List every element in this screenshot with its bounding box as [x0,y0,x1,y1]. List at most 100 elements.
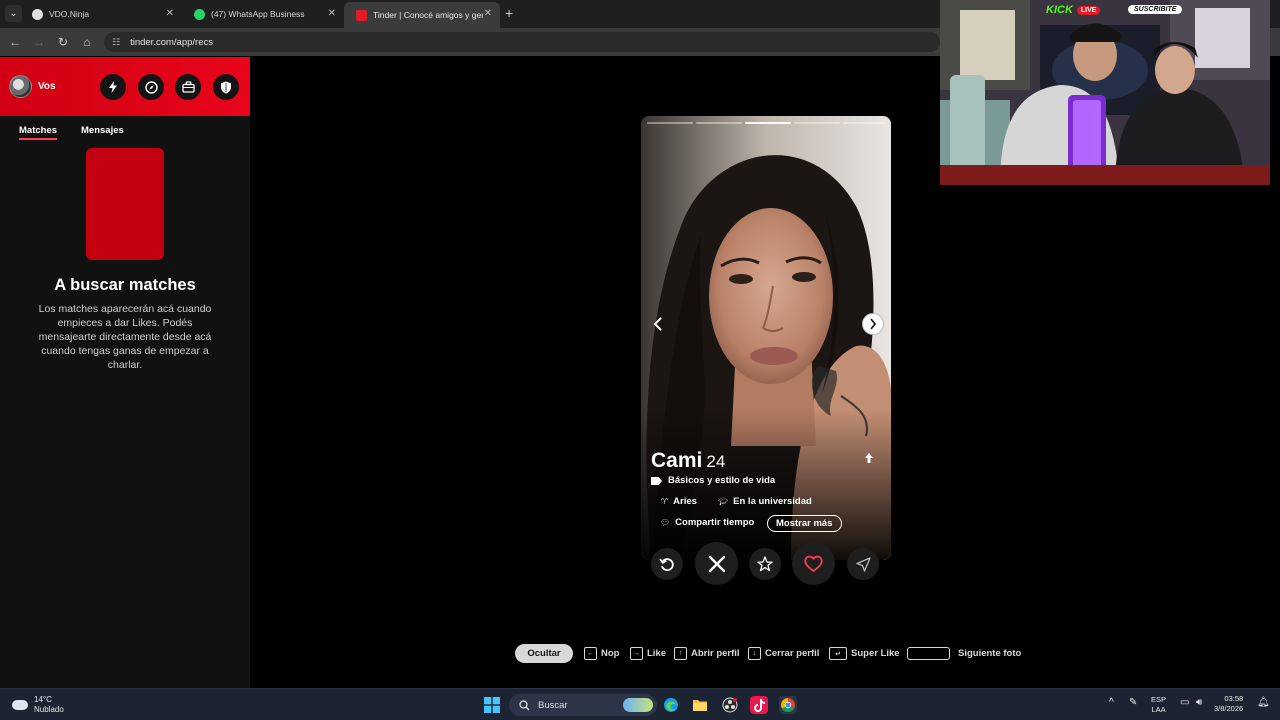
forward-arrow-icon[interactable]: → [31,34,47,50]
left-arrow-key-icon: ← [584,647,597,660]
space-key-icon [907,647,950,660]
home-icon[interactable]: ⌂ [79,34,95,50]
show-more-button[interactable]: Mostrar más [767,515,842,532]
tab-whatsapp[interactable]: (47) WhatsApp Business ✕ [182,0,344,28]
tab-title: VDO.Ninja [49,9,90,19]
tagline-text: Básicos y estilo de vida [668,475,776,486]
safety-button[interactable] [213,74,239,100]
tab-title: Tinder | Conocé amigos y gente [373,10,483,20]
search-placeholder: Buscar [538,699,568,711]
nope-button[interactable] [695,542,738,585]
weather-widget[interactable]: 14°C Nublado [12,695,64,715]
show-hidden-icons-chevron-icon[interactable]: ^ [1109,698,1114,708]
taskbar-search[interactable]: Buscar [509,694,657,716]
whatsapp-favicon-icon [194,8,205,20]
tinder-favicon-icon [356,9,367,21]
network-icon[interactable]: ▭ [1180,698,1189,708]
chevron-right-icon [870,318,877,330]
shield-icon [221,81,231,93]
language-indicator[interactable]: ESP LAA [1151,695,1166,715]
education-chip: 🎓︎ En la universidad [718,496,812,507]
clock-time: 03:58 [1224,694,1244,703]
clock[interactable]: 03:58 3/8/2026 [1214,694,1243,714]
file-explorer-icon[interactable] [691,696,709,714]
arrow-up-icon [865,453,873,463]
obs-app-icon[interactable] [721,696,739,714]
briefcase-icon [181,81,195,93]
obs-icon [722,697,738,713]
chevron-left-icon [653,317,662,331]
windows-logo-icon [484,697,500,713]
boost-send-button[interactable] [847,548,879,580]
search-icon [519,699,530,710]
chrome-app-icon[interactable] [779,696,797,714]
profile-card[interactable]: Cami 24 Básicos y estilo de vida ♈ Aries … [641,116,891,560]
sidebar-tabs: Matches Mensajes [0,125,250,143]
tab-close-icon[interactable]: ✕ [484,8,492,19]
start-button[interactable] [483,696,501,714]
down-arrow-key-icon: ↓ [748,647,761,660]
looking-for-text: Compartir tiempo [675,517,755,528]
pen-tray-icon[interactable]: ✎ [1129,698,1137,708]
super-like-button[interactable] [749,548,781,580]
hint-open-profile: ↑ Abrir perfil [674,647,740,660]
close-x-icon [708,555,725,572]
site-info-icon[interactable]: ☷ [112,37,120,48]
boost-button[interactable] [100,74,126,100]
tab-messages[interactable]: Mensajes [81,125,124,136]
profile-tagline: Básicos y estilo de vida [651,475,775,486]
new-tab-button[interactable]: + [505,5,513,21]
up-arrow-key-icon: ↑ [674,647,687,660]
photo-progress-segment [794,122,840,124]
hint-next-photo: Siguiente foto [907,647,1021,660]
photo-progress-segment [843,122,885,124]
folder-icon [693,700,707,711]
tab-matches[interactable]: Matches [19,125,58,140]
profile-name: Cami [651,449,703,472]
hint-close-profile: ↓ Cerrar perfil [748,647,819,660]
matches-sidebar: Vos Matches Mensajes A buscar matches Lo… [0,57,250,688]
address-bar[interactable]: ☷ tinder.com/app/recs [104,32,940,52]
tab-close-icon[interactable]: ✕ [166,8,174,19]
back-arrow-icon[interactable]: ← [7,34,23,50]
work-mode-button[interactable] [175,74,201,100]
tag-icon [651,476,662,485]
tiktok-icon [754,698,765,712]
language-code: ESP [1151,695,1167,704]
edge-browser-icon[interactable] [662,696,680,714]
avatar[interactable] [9,75,32,98]
hint-like: → Like [630,647,666,660]
profile-name-link[interactable]: Vos [38,81,56,92]
photo-progress-segment [696,122,742,124]
open-profile-button[interactable] [864,452,874,467]
photo-progress-segment [647,122,693,124]
webcam-overlay: KICK LIVE SUSCRIBITE [940,0,1270,185]
likes-placeholder-card [86,148,164,260]
right-arrow-key-icon: → [630,647,643,660]
tab-vdo-ninja[interactable]: VDO.Ninja ✕ [20,0,182,28]
send-arrow-icon [855,556,871,572]
next-photo-button[interactable] [862,313,884,335]
zodiac-icon: ♈ [661,497,669,506]
volume-icon[interactable]: 🔊︎ [1196,698,1202,708]
empty-state-title: A buscar matches [54,276,196,294]
notification-bell-icon[interactable]: 🔔︎ [1257,698,1270,708]
enter-key-icon: ↵ [829,647,847,660]
sidebar-header: Vos [0,57,250,116]
like-button[interactable] [792,542,835,585]
looking-for-chip: 💬︎ Compartir tiempo [660,517,754,528]
star-icon [757,556,773,572]
zodiac-chip: ♈ Aries [661,496,697,507]
explore-button[interactable] [138,74,164,100]
previous-photo-button[interactable] [647,313,669,335]
search-highlight-icon [623,698,653,712]
stream-live-badge: KICK LIVE [1046,4,1101,16]
tab-close-icon[interactable]: ✕ [328,8,336,19]
cloud-icon [12,700,28,710]
live-badge: LIVE [1076,5,1101,15]
tab-tinder[interactable]: Tinder | Conocé amigos y gente ✕ [344,2,500,28]
rewind-button[interactable] [651,548,683,580]
reload-icon[interactable]: ↻ [55,34,71,50]
hide-hints-button[interactable]: Ocultar [515,644,573,663]
tiktok-app-icon[interactable] [750,696,768,714]
